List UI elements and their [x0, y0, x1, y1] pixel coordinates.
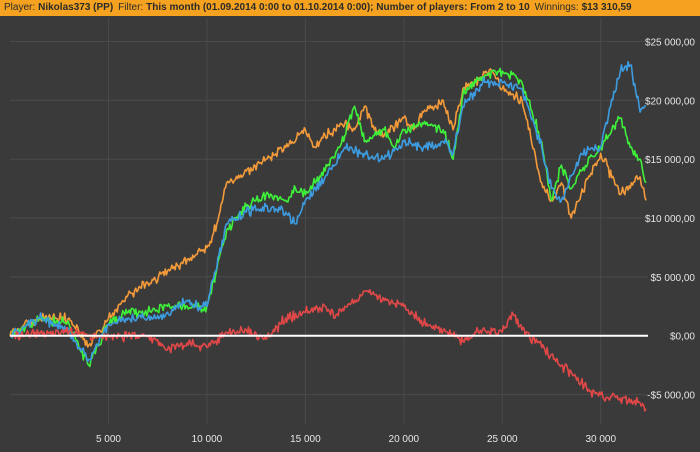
y-tick-label: $5 000,00: [651, 273, 696, 284]
filter-header: Player: Nikolas373 (PP) Filter: This month …: [0, 0, 700, 16]
x-tick-label: 5 000: [96, 434, 121, 445]
player-label: Player:: [4, 2, 36, 13]
filter-value: This month (01.09.2014 0:00 to 01.10.201…: [146, 2, 530, 13]
y-tick-label: $10 000,00: [645, 214, 695, 225]
x-tick-label: 15 000: [290, 434, 321, 445]
y-tick-label: $25 000,00: [645, 38, 695, 49]
y-tick-label: $0,00: [670, 332, 695, 343]
x-axis-ticks: 5 000 10 000 15 000 20 000 25 000 30 000: [96, 434, 617, 445]
winnings-label: Winnings:: [534, 2, 579, 13]
red-series-line: [9, 288, 647, 412]
winnings-graph: 5 000 10 000 15 000 20 000 25 000 30 000 -$5 …: [9, 18, 695, 445]
filter-label: Filter:: [118, 2, 144, 13]
y-tick-label: $15 000,00: [645, 155, 695, 166]
player-value: Nikolas373 (PP): [38, 2, 114, 13]
y-axis-ticks: -$5 000,00 $0,00 $5 000,00 $10 000,00 $15 00…: [645, 38, 695, 402]
winnings-value: $13 310,59: [581, 2, 632, 13]
x-tick-label: 20 000: [389, 434, 420, 445]
y-tick-label: -$5 000,00: [647, 391, 695, 402]
blue-series-line: [9, 60, 647, 363]
x-tick-label: 30 000: [585, 434, 616, 445]
y-tick-label: $20 000,00: [645, 96, 695, 107]
x-tick-label: 10 000: [192, 434, 223, 445]
grid: [10, 18, 648, 424]
series-lines: [9, 60, 647, 412]
x-tick-label: 25 000: [487, 434, 518, 445]
orange-series-line: [9, 68, 647, 348]
